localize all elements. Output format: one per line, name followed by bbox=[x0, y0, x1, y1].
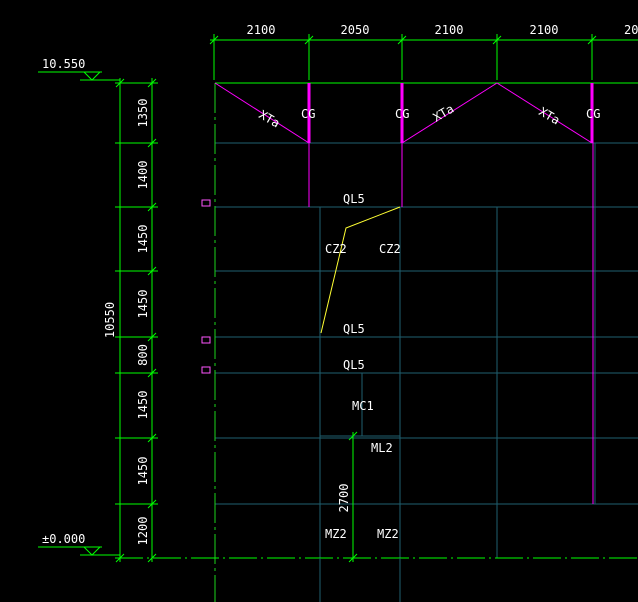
cg-label-2: CG bbox=[395, 107, 409, 121]
total-height-dim: 10550 bbox=[103, 302, 117, 338]
lower-grid bbox=[319, 558, 401, 602]
cg-posts bbox=[307, 83, 594, 504]
vdim-8: 1200 bbox=[136, 517, 150, 546]
elevation-top-label: 10.550 bbox=[42, 57, 85, 71]
elevation-drawing: 2100 2050 2100 2100 205 bbox=[38, 23, 638, 602]
vertical-dimension-labels: 1350 1400 1450 1450 800 1450 1450 1200 1… bbox=[103, 99, 150, 546]
cad-drawing-canvas: 2100 2050 2100 2100 205 bbox=[0, 0, 638, 602]
top-dim-4: 2100 bbox=[530, 23, 559, 37]
mz2-label-1: MZ2 bbox=[325, 527, 347, 541]
xta-label-2: XTa bbox=[431, 102, 457, 125]
mc1-label: MC1 bbox=[352, 399, 374, 413]
vdim-6: 1450 bbox=[136, 391, 150, 420]
structure-grid bbox=[215, 142, 638, 558]
ql5-label-1: QL5 bbox=[343, 192, 365, 206]
elevation-lines bbox=[115, 82, 638, 559]
stair-line bbox=[320, 206, 401, 334]
top-dim-3: 2100 bbox=[435, 23, 464, 37]
mz2-label-2: MZ2 bbox=[377, 527, 399, 541]
elevation-bottom-label: ±0.000 bbox=[42, 532, 85, 546]
ml2-label: ML2 bbox=[371, 441, 393, 455]
vdim-2: 1400 bbox=[136, 161, 150, 190]
xta-label-3: XTa bbox=[537, 104, 563, 127]
elevation-marker-top bbox=[38, 71, 120, 81]
top-dim-5: 205 bbox=[624, 23, 638, 37]
member-labels: XTa XTa XTa CG CG CG QL5 CZ2 CZ2 QL5 QL5… bbox=[257, 102, 601, 541]
small-markers bbox=[201, 199, 211, 374]
top-dimension-labels: 2100 2050 2100 2100 205 bbox=[247, 23, 638, 37]
vdim-7: 1450 bbox=[136, 457, 150, 486]
vdim-3: 1450 bbox=[136, 225, 150, 254]
ql5-label-3: QL5 bbox=[343, 358, 365, 372]
cz2-label-2: CZ2 bbox=[379, 242, 401, 256]
cg-label-1: CG bbox=[301, 107, 315, 121]
top-dim-2: 2050 bbox=[341, 23, 370, 37]
top-dimension-line bbox=[209, 34, 638, 80]
ql5-label-2: QL5 bbox=[343, 322, 365, 336]
cz2-label-1: CZ2 bbox=[325, 242, 347, 256]
door-height-label: 2700 bbox=[337, 484, 351, 513]
cg-label-3: CG bbox=[586, 107, 600, 121]
vdim-4: 1450 bbox=[136, 290, 150, 319]
vdim-5: 800 bbox=[136, 344, 150, 366]
elevation-marker-bottom bbox=[38, 546, 120, 556]
vertical-dimension-lines bbox=[115, 78, 157, 563]
xta-label-1: XTa bbox=[257, 107, 283, 130]
top-dim-1: 2100 bbox=[247, 23, 276, 37]
vdim-1: 1350 bbox=[136, 99, 150, 128]
